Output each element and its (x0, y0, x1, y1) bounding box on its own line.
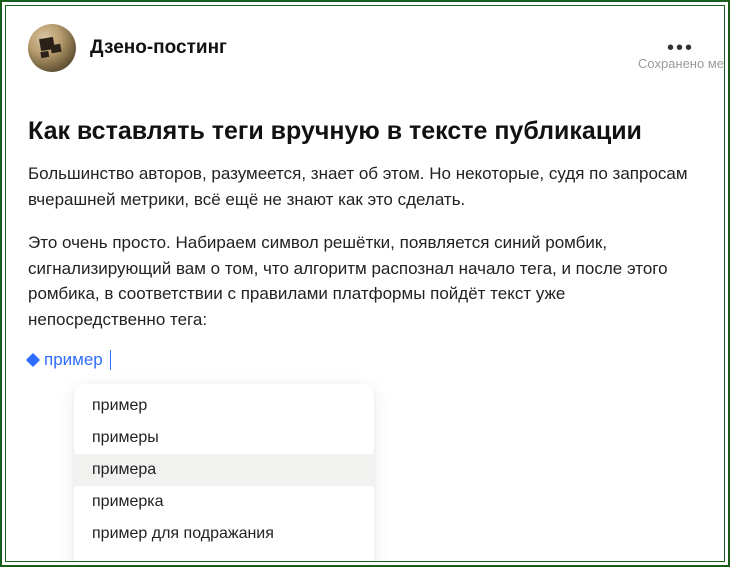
suggestion-item[interactable]: примеры (74, 422, 374, 454)
suggestion-item[interactable]: пример для подражания (74, 518, 374, 550)
tag-input-line[interactable]: пример (28, 350, 702, 370)
save-status: Сохранено ме (638, 56, 724, 71)
article-title[interactable]: Как вставлять теги вручную в тексте публ… (28, 116, 702, 147)
tag-suggestions-dropdown: примерпримерыпримерапримеркапример для п… (74, 384, 374, 562)
paragraph-1[interactable]: Большинство авторов, разумеется, знает о… (28, 161, 702, 212)
paragraph-2[interactable]: Это очень просто. Набираем символ решётк… (28, 230, 702, 332)
suggestion-item[interactable]: пример (74, 390, 374, 422)
article-body: Как вставлять теги вручную в тексте публ… (28, 116, 702, 562)
outer-frame: Дзено-постинг ••• Сохранено ме Как встав… (0, 0, 730, 567)
inner-frame: Дзено-постинг ••• Сохранено ме Как встав… (5, 5, 725, 562)
suggestion-item[interactable]: примера (74, 454, 374, 486)
suggestion-item[interactable]: примерка (74, 486, 374, 518)
author-block[interactable]: Дзено-постинг (28, 24, 227, 72)
tag-diamond-icon (26, 353, 40, 367)
tag-input-text[interactable]: пример (44, 350, 103, 370)
text-caret (110, 350, 111, 370)
suggestion-item[interactable]: пример из жизни (74, 550, 374, 562)
header: Дзено-постинг ••• (28, 24, 702, 72)
avatar[interactable] (28, 24, 76, 72)
author-name[interactable]: Дзено-постинг (90, 37, 227, 59)
